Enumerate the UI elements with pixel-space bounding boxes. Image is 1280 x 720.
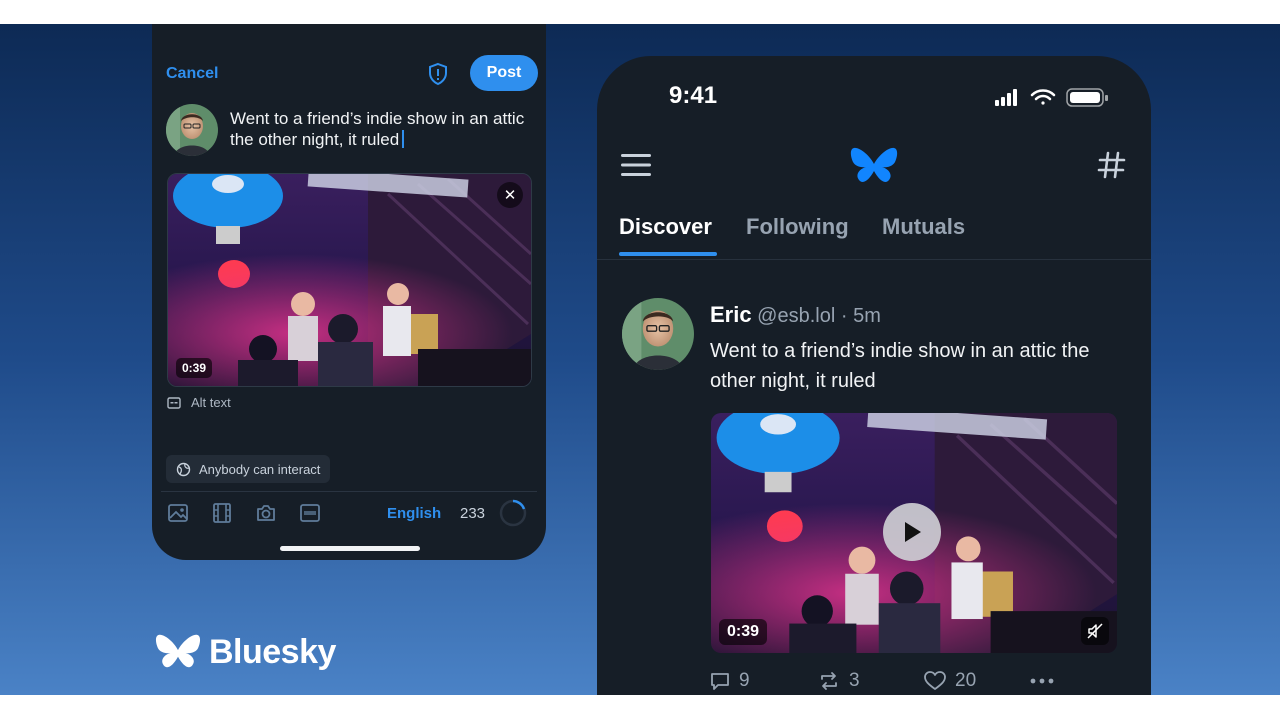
- status-time: 9:41: [669, 82, 718, 109]
- tab-divider: [597, 259, 1151, 260]
- author-avatar[interactable]: [622, 298, 694, 370]
- gif-icon[interactable]: [299, 502, 321, 524]
- more-button[interactable]: [1029, 670, 1055, 692]
- tab-discover[interactable]: Discover: [619, 214, 712, 240]
- reply-icon: [711, 673, 729, 690]
- image-icon[interactable]: [167, 502, 189, 524]
- like-count: 20: [955, 670, 977, 691]
- play-button[interactable]: [883, 503, 941, 561]
- avatar: [166, 104, 218, 156]
- video-attachment[interactable]: ✕ 0:39: [167, 173, 532, 387]
- status-bar-icons: [995, 88, 1108, 107]
- reply-count: 9: [739, 670, 750, 691]
- camera-icon[interactable]: [255, 502, 277, 524]
- character-count: 233: [460, 505, 486, 522]
- shield-icon[interactable]: [427, 62, 449, 86]
- wifi-icon: [1030, 89, 1056, 105]
- alt-text-label: Alt text: [191, 395, 231, 410]
- mute-button[interactable]: [1081, 617, 1109, 645]
- brand-lockup: Bluesky: [155, 632, 336, 672]
- toolbar-divider: [161, 491, 537, 492]
- battery-icon: [1066, 88, 1108, 107]
- feed-screen: 9:41 Discover Following Mutuals Eric @es…: [597, 56, 1151, 695]
- alt-text-button[interactable]: Alt text: [167, 395, 231, 410]
- post-text: Went to a friend’s indie show in an atti…: [230, 109, 525, 149]
- remove-media-button[interactable]: ✕: [497, 182, 523, 208]
- author-name[interactable]: Eric: [710, 302, 752, 327]
- video-duration: 0:39: [719, 619, 768, 645]
- butterfly-logo-icon: [155, 634, 201, 668]
- text-caret: [402, 130, 404, 148]
- author-handle[interactable]: @esb.lol: [757, 305, 835, 327]
- tab-following[interactable]: Following: [746, 214, 849, 240]
- video-duration: 0:39: [176, 358, 213, 378]
- close-icon: ✕: [503, 187, 517, 204]
- repost-count: 3: [849, 670, 860, 691]
- post-button[interactable]: Post: [470, 55, 538, 91]
- post-time: 5m: [853, 305, 881, 327]
- post-header: Eric @esb.lol · 5m: [710, 302, 881, 328]
- active-tab-indicator: [619, 252, 717, 256]
- post-text-input[interactable]: Went to a friend’s indie show in an atti…: [230, 108, 530, 150]
- play-icon: [905, 522, 921, 542]
- character-progress-ring: [499, 499, 527, 527]
- post-video[interactable]: 0:39: [711, 413, 1117, 653]
- repost-button[interactable]: 3: [817, 670, 860, 692]
- interaction-settings-button[interactable]: Anybody can interact: [166, 455, 331, 483]
- reply-button[interactable]: 9: [709, 670, 750, 692]
- film-icon[interactable]: [211, 502, 233, 524]
- menu-icon[interactable]: [621, 152, 651, 178]
- signal-icon: [995, 89, 1017, 106]
- butterfly-logo-icon: [850, 147, 898, 182]
- tab-mutuals[interactable]: Mutuals: [882, 214, 965, 240]
- home-indicator: [280, 546, 420, 551]
- like-button[interactable]: 20: [923, 670, 976, 692]
- globe-icon: [176, 462, 191, 476]
- language-selector[interactable]: English: [387, 505, 441, 522]
- hashtag-icon[interactable]: [1097, 150, 1127, 180]
- promo-banner: Cancel Post Went to a friend’s indie sho…: [0, 24, 1280, 695]
- composer-screen: Cancel Post Went to a friend’s indie sho…: [152, 24, 546, 560]
- post-text: Went to a friend’s indie show in an atti…: [710, 340, 1090, 392]
- repost-icon: [821, 672, 837, 690]
- mute-icon: [1087, 623, 1103, 639]
- concert-video-thumbnail: [168, 174, 531, 386]
- interaction-label: Anybody can interact: [199, 461, 321, 477]
- cc-icon: [167, 396, 181, 409]
- cancel-button[interactable]: Cancel: [166, 65, 218, 83]
- meta-separator: ·: [840, 305, 848, 327]
- more-icon: [1030, 678, 1054, 684]
- heart-icon: [924, 671, 946, 690]
- brand-name: Bluesky: [209, 632, 336, 671]
